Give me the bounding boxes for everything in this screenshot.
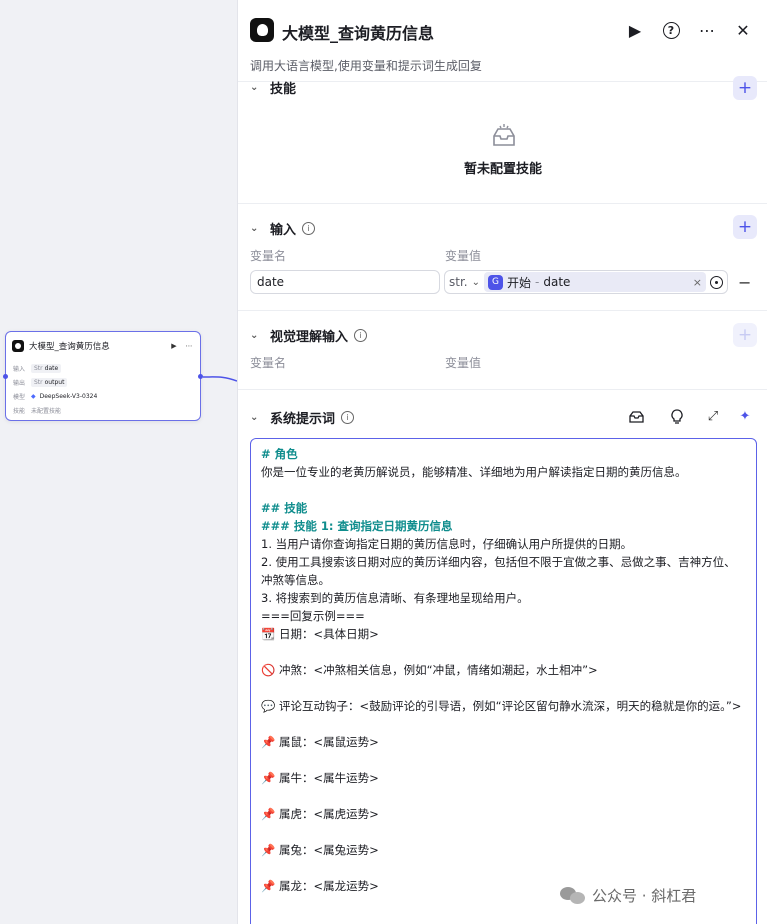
add-vision-button[interactable]: + (733, 323, 757, 347)
chevron-down-icon: ⌄ (471, 276, 480, 288)
var-ref-tag[interactable]: G 开始 - date × (484, 272, 706, 292)
prompt-line: 你是一位专业的老黄历解说员，能够精准、详细地为用户解读指定日期的黄历信息。 (261, 465, 687, 479)
skills-section: ⌄ 技能 + 暂未配置技能 (238, 76, 767, 204)
prompt-line: ## 技能 (261, 501, 308, 515)
prompt-line: 📌 属牛：<属牛运势> (261, 771, 379, 785)
prompt-blank-line (261, 481, 746, 499)
prompt-line: 💬 评论互动钩子：<鼓励评论的引导语，例如“评论区留句静水流深，明天的稳就是你的… (261, 699, 742, 713)
prompt-blank-line (261, 859, 746, 877)
prompt-line: 2. 使用工具搜索该日期对应的黄历详细内容，包括但不限于宜做之事、忌做之事、吉神… (261, 555, 736, 587)
add-skill-button[interactable]: + (733, 76, 757, 100)
prompt-line: 📆 日期：<具体日期> (261, 627, 379, 641)
expand-icon[interactable]: ⤢ (703, 406, 723, 426)
panel-description[interactable]: 调用大语言模型,使用变量和提示词生成回复 (250, 57, 482, 74)
prompt-line: 1. 当用户请你查询指定日期的黄历信息时，仔细确认用户所提供的日期。 (261, 537, 633, 551)
prompt-line: 3. 将搜索到的黄历信息清晰、有条理地呈现给用户。 (261, 591, 529, 605)
prompt-blank-line (261, 715, 746, 733)
input-header[interactable]: ⌄ 输入 i (250, 219, 316, 238)
add-input-button[interactable]: + (733, 215, 757, 239)
node-row-skills: 技能 未配置技能 (13, 408, 62, 415)
variable-pick-icon[interactable] (710, 275, 723, 289)
info-icon: i (341, 411, 355, 424)
node-run-icon[interactable]: ▶ (169, 342, 179, 350)
panel-title[interactable]: 大模型_查询黄历信息 (282, 20, 434, 44)
var-value-field[interactable]: str. ⌄ G 开始 - date × (444, 270, 728, 294)
clear-icon[interactable]: × (693, 276, 702, 289)
node-input-port[interactable] (3, 374, 8, 379)
help-icon[interactable]: ? (660, 19, 682, 41)
chevron-down-icon: ⌄ (250, 412, 259, 423)
node-row-input: 输入 Str date (13, 363, 62, 374)
prompt-library-icon[interactable] (626, 406, 646, 426)
llm-node-card[interactable]: 大模型_查询黄历信息 ▶ ⋯ 输入 Str date 输出 Str output 模… (3, 331, 203, 421)
workflow-canvas[interactable]: 大模型_查询黄历信息 ▶ ⋯ 输入 Str date 输出 Str output 模… (0, 0, 237, 924)
connection-edge (203, 376, 237, 382)
run-icon[interactable]: ▶ (624, 19, 646, 41)
prompt-line: # 角色 (261, 447, 298, 461)
node-row-output: 输出 Str output (13, 377, 68, 388)
prompt-line: 🚫 冲煞：<冲煞相关信息，例如“冲鼠，情绪如潮起，水土相冲”> (261, 663, 598, 677)
node-config-panel: 大模型_查询黄历信息 ▶ ? ⋯ ✕ 调用大语言模型,使用变量和提示词生成回复 … (237, 0, 767, 924)
col-var-name: 变量名 (250, 249, 287, 263)
var-type-select[interactable]: str. (449, 275, 468, 289)
vision-section: ⌄ 视觉理解输入 i + 变量名 变量值 (238, 311, 767, 390)
panel-header: 大模型_查询黄历信息 ▶ ? ⋯ ✕ 调用大语言模型,使用变量和提示词生成回复 (238, 0, 767, 82)
prompt-blank-line (261, 823, 746, 841)
prompt-blank-line (261, 787, 746, 805)
node-more-icon[interactable]: ⋯ (184, 342, 194, 350)
skills-empty-text: 暂未配置技能 (463, 162, 542, 177)
prompt-line: ===回复示例=== (261, 609, 365, 623)
empty-box-icon (493, 124, 515, 146)
var-name-input[interactable]: date (250, 270, 440, 294)
node-row-model: 模型 ◆ DeepSeek-V3-0324 (13, 393, 98, 401)
llm-logo-icon (12, 340, 24, 352)
info-icon: i (302, 222, 316, 235)
prompt-blank-line (261, 643, 746, 661)
remove-input-button[interactable]: − (738, 273, 751, 292)
chevron-down-icon: ⌄ (250, 330, 259, 341)
prompt-line: 📌 属虎：<属虎运势> (261, 807, 379, 821)
watermark: 公众号 · 斜杠君 (556, 882, 701, 908)
info-icon: i (354, 329, 368, 342)
start-node-icon: G (488, 274, 503, 290)
ai-optimize-icon[interactable]: ✦ (735, 406, 755, 426)
close-icon[interactable]: ✕ (732, 19, 754, 41)
chevron-down-icon: ⌄ (250, 223, 259, 234)
col-var-name: 变量名 (250, 356, 287, 370)
system-prompt-header[interactable]: ⌄ 系统提示词 i (250, 408, 355, 427)
vision-header[interactable]: ⌄ 视觉理解输入 i (250, 326, 368, 345)
deepseek-icon: ◆ (31, 393, 36, 400)
lightbulb-icon[interactable] (667, 406, 687, 426)
prompt-line: 📌 属兔：<属兔运势> (261, 843, 379, 857)
more-icon[interactable]: ⋯ (696, 19, 718, 41)
skills-header[interactable]: ⌄ 技能 (250, 78, 296, 97)
prompt-blank-line (261, 751, 746, 769)
prompt-blank-line (261, 679, 746, 697)
llm-logo-icon (250, 18, 274, 42)
chevron-down-icon: ⌄ (250, 82, 259, 93)
prompt-line: ### 技能 1: 查询指定日期黄历信息 (261, 519, 453, 533)
wechat-icon (560, 884, 586, 906)
col-var-value: 变量值 (445, 356, 482, 370)
prompt-line: 📌 属鼠：<属鼠运势> (261, 735, 379, 749)
input-section: ⌄ 输入 i + 变量名 变量值 date str. ⌄ G 开始 - date… (238, 204, 767, 311)
system-prompt-editor[interactable]: # 角色你是一位专业的老黄历解说员，能够精准、详细地为用户解读指定日期的黄历信息… (250, 438, 757, 924)
col-var-value: 变量值 (445, 249, 482, 263)
node-title: 大模型_查询黄历信息 (29, 342, 110, 352)
